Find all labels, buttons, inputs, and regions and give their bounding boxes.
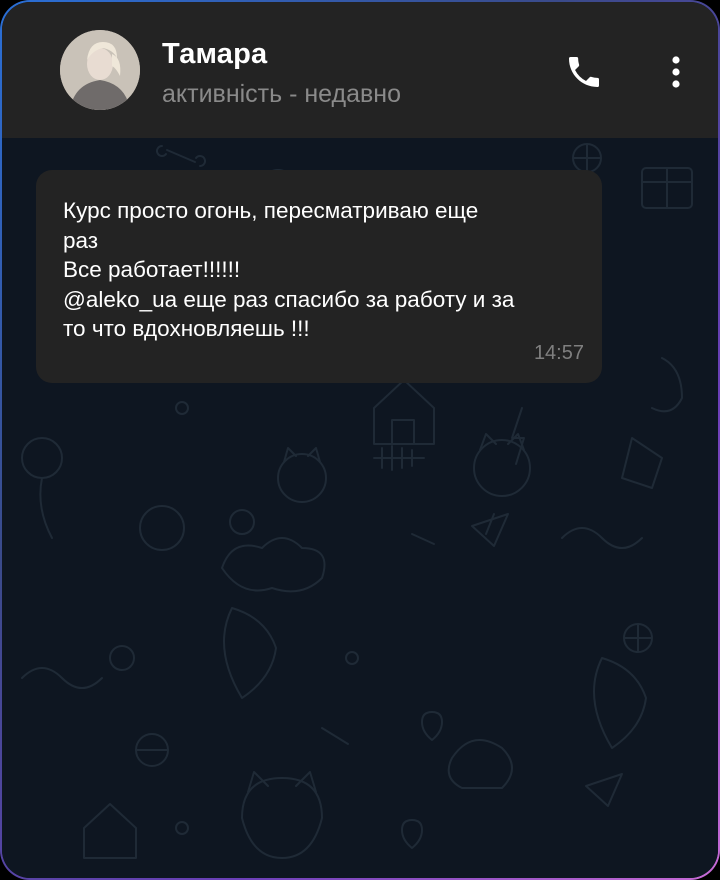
contact-status: активність - недавно bbox=[162, 80, 402, 108]
message-text: Курс просто огонь, пересматриваю еще раз… bbox=[63, 198, 515, 341]
more-vertical-icon bbox=[672, 56, 680, 88]
more-menu-button[interactable] bbox=[662, 52, 690, 92]
avatar[interactable] bbox=[60, 30, 140, 110]
phone-frame: Тамара активність - недавно Курс просто … bbox=[0, 0, 720, 880]
contact-name[interactable]: Тамара bbox=[162, 38, 267, 71]
avatar-image bbox=[60, 30, 140, 110]
call-button[interactable] bbox=[564, 52, 604, 92]
chat-screen: Тамара активність - недавно Курс просто … bbox=[2, 2, 718, 878]
message-time: 14:57 bbox=[533, 342, 584, 364]
message-bubble[interactable]: Курс просто огонь, пересматриваю еще раз… bbox=[36, 170, 602, 383]
phone-icon bbox=[569, 57, 599, 87]
chat-header: Тамара активність - недавно bbox=[2, 2, 718, 138]
